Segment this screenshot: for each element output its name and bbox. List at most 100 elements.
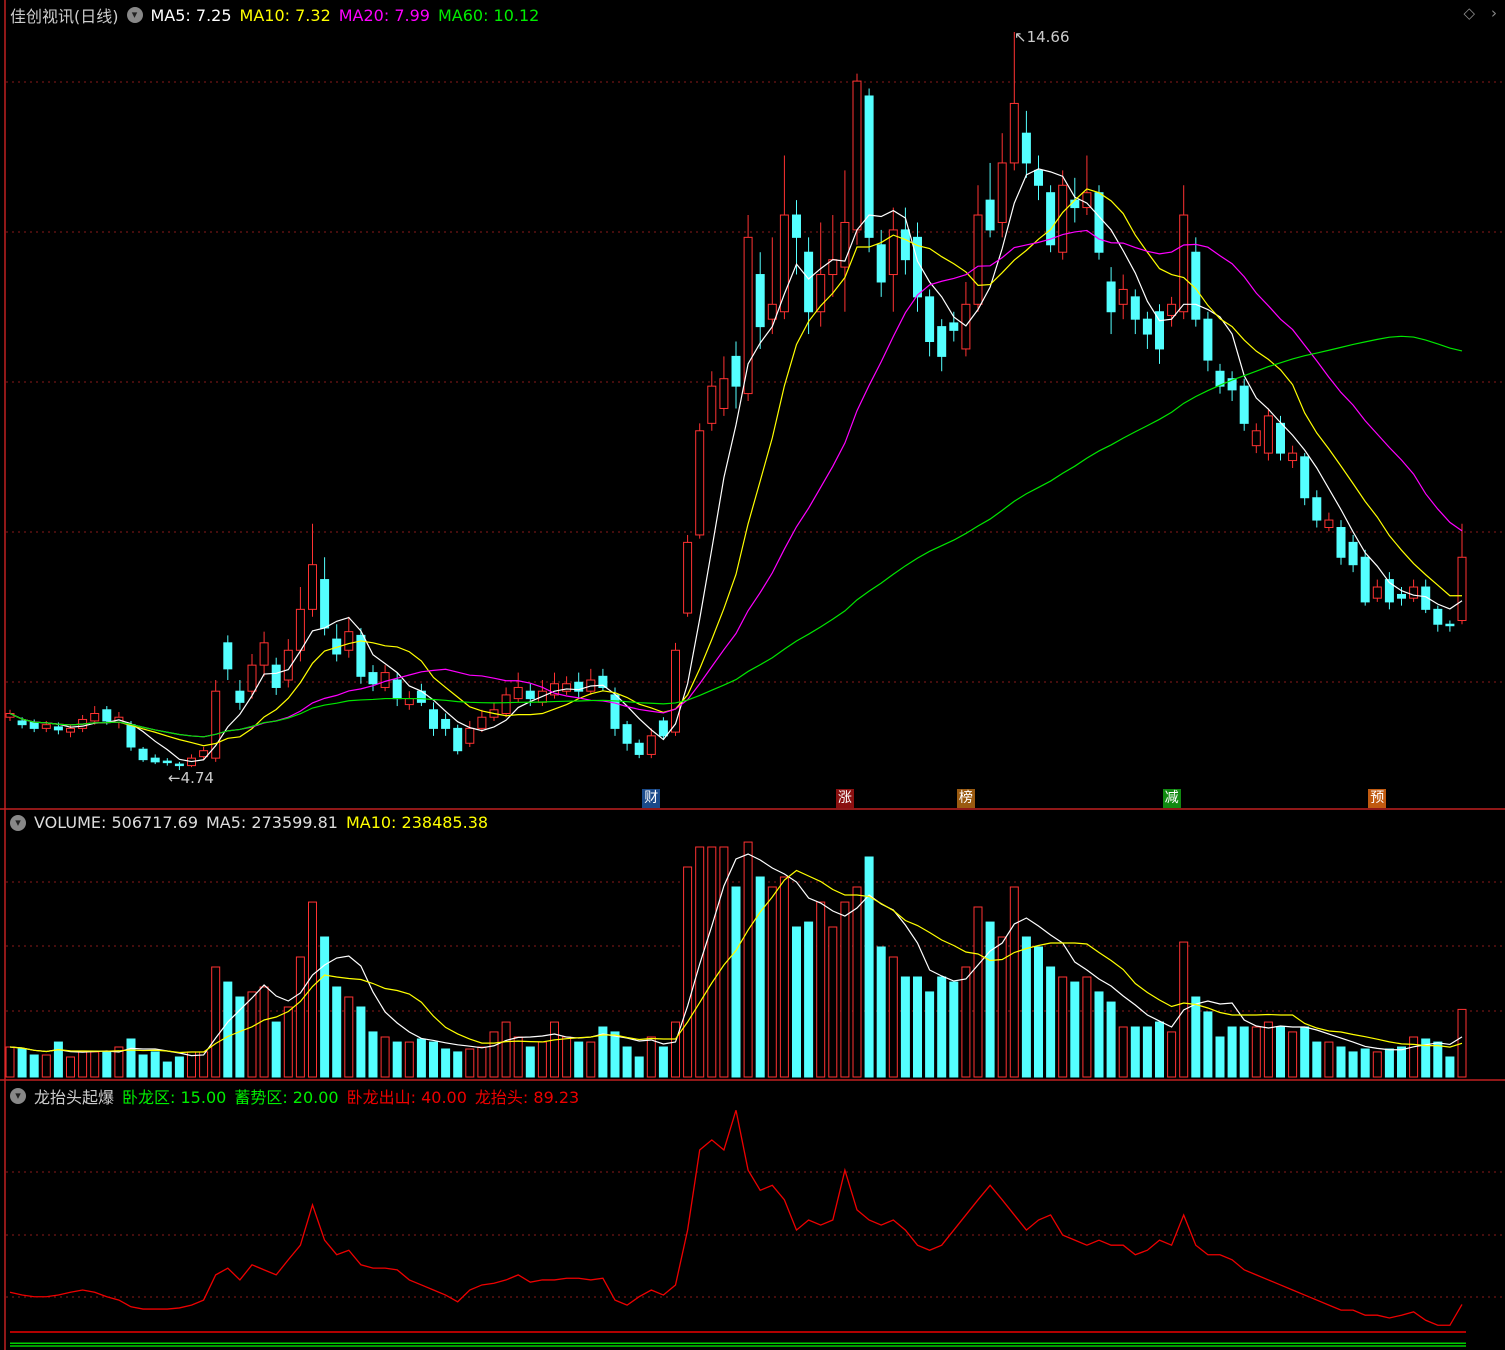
candle-up [646,735,656,755]
event-marker[interactable]: 榜 [956,789,975,808]
candles [5,32,1467,771]
volume-ma10-value: MA10: 238485.38 [345,813,489,832]
volume-bar [586,1041,596,1078]
volume-bar [66,1056,75,1078]
volume-bar [1191,996,1201,1078]
candle-down [1276,422,1285,454]
volume-bar [1384,1048,1394,1078]
chart-canvas[interactable] [0,0,1505,1350]
main-header: 佳创视讯(日线) ▾ MA5: 7.25 MA10: 7.32 MA20: 7.… [10,3,539,27]
volume-bar [973,906,983,1078]
event-marker[interactable]: 预 [1368,789,1387,808]
candle-up [1409,586,1419,599]
volume-header: ▾ VOLUME: 506717.69 MA5: 273599.81 MA10:… [10,813,488,832]
candle-down [610,694,620,729]
volume-bar [211,966,221,1078]
volume-bar [138,1054,148,1078]
volume-bar [489,1031,499,1078]
volume-bar [392,1041,402,1078]
candle-up [707,385,717,424]
volume-bar [949,981,959,1078]
dropdown-icon[interactable]: ▾ [126,7,143,23]
volume-bar [900,976,910,1078]
candle-down [525,690,535,700]
candle-down [174,763,184,767]
indicator-line1: 卧龙区: 15.00 [122,1088,227,1107]
volume-bar [295,956,305,1078]
event-marker[interactable]: 减 [1162,789,1181,808]
candle-up [247,664,257,692]
menu-icon[interactable]: › [1491,4,1497,22]
high-price-label: ↖14.66 [1014,28,1070,46]
event-marker[interactable]: 财 [642,789,661,808]
volume-bar [102,1051,112,1078]
diamond-icon[interactable]: ◇ [1463,4,1475,22]
event-marker[interactable]: 涨 [835,789,854,808]
candle-up [671,649,680,733]
volume-bar [126,1038,136,1078]
volume-bar [779,876,789,1078]
candle-up [1118,288,1128,305]
dropdown-icon[interactable]: ▾ [10,814,26,831]
candle-up [997,162,1007,223]
volume-ma5-value: MA5: 273599.81 [206,813,338,832]
volume-bar [646,1036,656,1078]
candle-down [876,244,886,283]
candle-up [41,724,51,729]
candle-down [1433,608,1443,625]
volume-bar [610,1031,620,1078]
volume-bar [755,876,765,1078]
volume-bar [513,1036,523,1078]
candle-down [1312,497,1322,521]
volume-bar [937,976,947,1078]
candle-up [1288,452,1298,462]
volume-bar [90,1051,100,1078]
candle-down [223,642,233,670]
candle-down [1336,527,1346,558]
volume-bar [1009,886,1019,1078]
volume-bar [29,1054,39,1078]
candle-up [259,642,269,666]
volume-bar [634,1056,644,1078]
candle-down [138,748,148,761]
candle-down [1397,593,1406,599]
candle-down [17,720,27,726]
volume-bar [562,1036,572,1078]
candle-down [150,757,160,763]
dropdown-icon[interactable]: ▾ [10,1088,26,1104]
candle-down [162,760,172,764]
candle-down [271,664,281,688]
candle-up [779,214,789,313]
volume-bar [731,886,741,1078]
volume-bar [235,996,245,1078]
volume-bar [150,1051,160,1078]
volume-bar [1300,1026,1310,1078]
candle-down [235,690,245,703]
candle-up [308,564,317,610]
candle-up [1372,586,1382,599]
volume-bar [1021,936,1031,1078]
volume-bar [852,886,862,1078]
volume-bar [913,976,922,1078]
ma20-value: MA20: 7.99 [338,5,430,25]
candle-down [925,296,935,343]
volume-bar [1227,1026,1237,1078]
volume-bar [804,921,814,1078]
candle-down [658,720,668,737]
volume-bar [404,1041,414,1078]
candle-up [1179,214,1189,313]
grid-lines [0,0,1505,1350]
candle-down [937,326,947,357]
candle-down [1034,169,1043,186]
stock-title: 佳创视讯(日线) [10,7,119,26]
indicator-lines [9,1110,1466,1347]
volume-bar [550,1021,559,1078]
ma60-value: MA60: 10.12 [437,5,540,25]
volume-bar [465,1048,475,1078]
volume-bar [416,1038,426,1078]
candle-down [1070,199,1080,209]
candle-up [1058,184,1068,253]
volume-bar [671,1021,680,1078]
indicator-line2: 蓄势区: 20.00 [234,1088,339,1107]
volume-bar [1142,1026,1152,1078]
